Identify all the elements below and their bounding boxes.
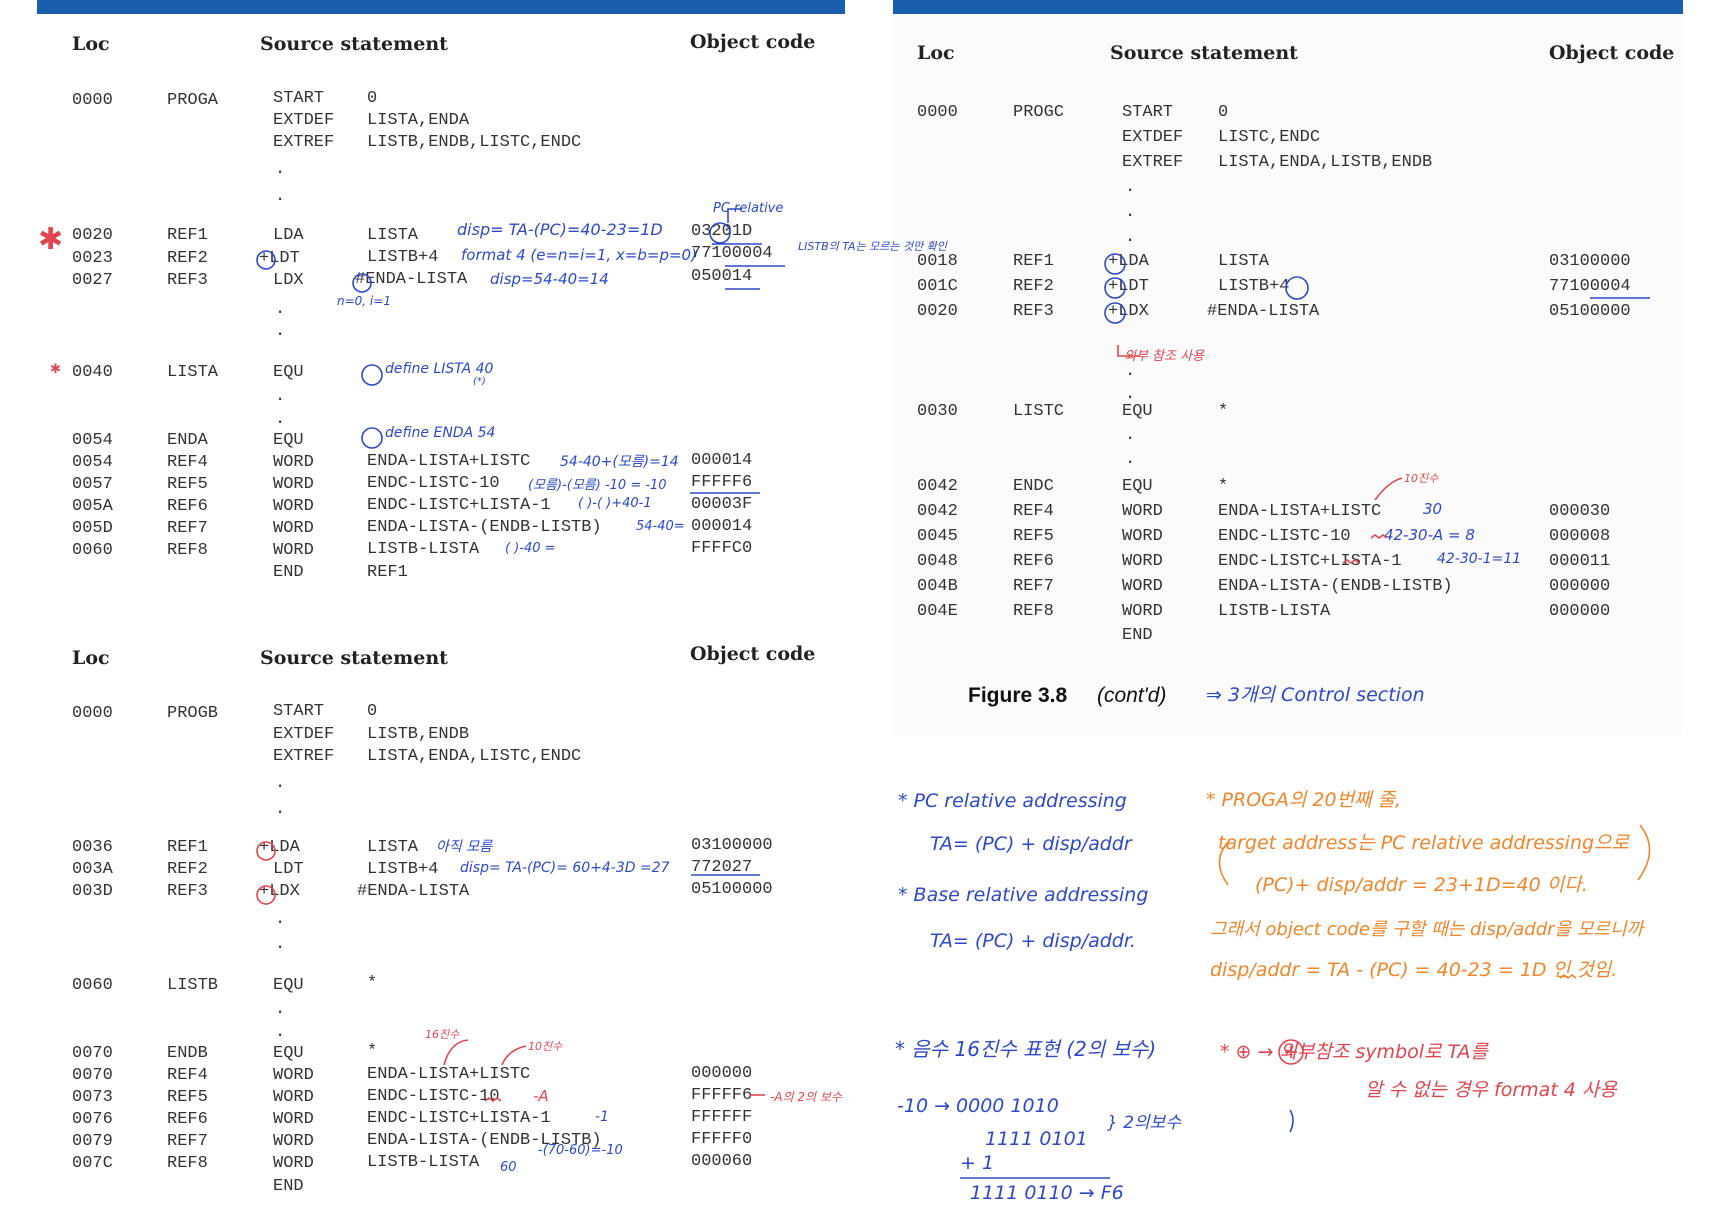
pen-marks bbox=[256, 208, 1651, 1179]
